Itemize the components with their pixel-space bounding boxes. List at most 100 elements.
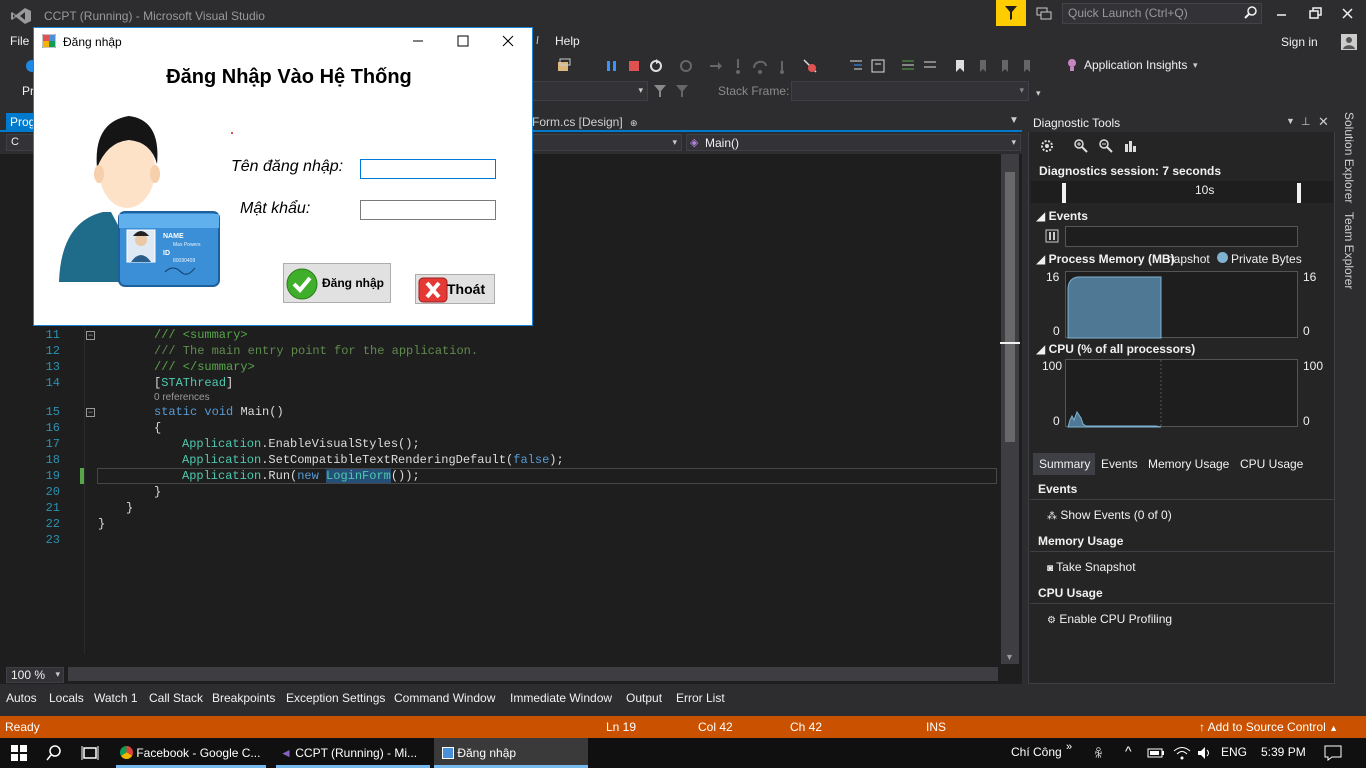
step-into-icon[interactable] <box>730 58 746 74</box>
project-combo[interactable]: C <box>6 134 36 151</box>
timeline-start-handle[interactable] <box>1062 183 1066 203</box>
timeline-ruler[interactable]: 10s <box>1031 181 1333 203</box>
quick-launch-input[interactable]: Quick Launch (Ctrl+Q) <box>1062 3 1262 24</box>
tab-call-stack[interactable]: Call Stack <box>149 691 203 705</box>
code-line-20[interactable]: } <box>154 485 161 499</box>
application-insights-button[interactable]: Application Insights <box>1084 58 1187 72</box>
chevron-right-icon[interactable]: » <box>1066 741 1072 753</box>
reset-zoom-icon[interactable] <box>1123 138 1139 154</box>
dialog-minimize-button[interactable] <box>410 34 426 48</box>
account-icon[interactable] <box>1340 33 1358 51</box>
tabs-dropdown-icon[interactable]: ▼ <box>1009 115 1019 126</box>
windows-start-icon[interactable] <box>11 745 27 761</box>
type-combo[interactable]: ▾ <box>532 134 682 151</box>
pin-icon[interactable]: ⊥ <box>1301 115 1311 128</box>
scroll-down-icon[interactable]: ▼ <box>1005 652 1014 662</box>
hot-reload-icon[interactable] <box>678 58 694 74</box>
code-line-21[interactable]: } <box>126 501 133 515</box>
code-line-18[interactable]: Application.SetCompatibleTextRenderingDe… <box>182 453 564 467</box>
collapse-region-icon[interactable]: − <box>86 331 95 340</box>
side-tab-solution-explorer[interactable]: Solution Explorer <box>1342 112 1356 203</box>
notifications-flag-icon[interactable] <box>996 0 1026 26</box>
tab-events[interactable]: Events <box>1101 457 1138 471</box>
zoom-in-icon[interactable] <box>1073 138 1089 154</box>
horizontal-scrollbar[interactable] <box>68 667 998 681</box>
battery-icon[interactable] <box>1147 747 1165 759</box>
taskbar-chrome[interactable]: Facebook - Google C... <box>116 738 266 768</box>
chevron-up-icon[interactable]: ^ <box>1125 743 1132 759</box>
settings-gear-icon[interactable] <box>1039 138 1055 154</box>
dialog-close-button[interactable] <box>500 34 516 48</box>
prev-bookmark-icon[interactable] <box>974 58 990 74</box>
sign-in-link[interactable]: Sign in <box>1281 35 1318 49</box>
tab-breakpoints[interactable]: Breakpoints <box>212 691 275 705</box>
password-input[interactable] <box>360 200 496 220</box>
taskbar-user-name[interactable]: Chí Công <box>1011 745 1062 759</box>
step-out-icon[interactable] <box>774 58 790 74</box>
side-tab-team-explorer[interactable]: Team Explorer <box>1342 212 1356 289</box>
tab-memory-usage[interactable]: Memory Usage <box>1148 457 1229 471</box>
task-view-icon[interactable] <box>81 745 99 761</box>
app-insights-dropdown-icon[interactable]: ▾ <box>1193 60 1198 71</box>
flag-threads-icon[interactable] <box>674 83 690 99</box>
collapse-region-icon[interactable]: − <box>86 408 95 417</box>
outdent-icon[interactable] <box>870 58 886 74</box>
toolbar-overflow-icon[interactable]: ▾ <box>1036 88 1041 99</box>
wifi-icon[interactable] <box>1173 745 1191 761</box>
code-line-14[interactable]: [STAThread] <box>154 376 233 390</box>
enable-cpu-profiling-link[interactable]: ⚙ Enable CPU Profiling <box>1047 612 1172 626</box>
zoom-combo[interactable]: 100 % ▾ <box>6 667 64 683</box>
cpu-section-header[interactable]: ◢ CPU (% of all processors) <box>1036 342 1195 356</box>
thread-combo[interactable]: ▾ <box>532 81 648 101</box>
input-language[interactable]: ENG <box>1221 745 1247 759</box>
code-line-22[interactable]: } <box>98 517 105 531</box>
dialog-maximize-button[interactable] <box>455 34 471 48</box>
restart-icon[interactable] <box>648 58 664 74</box>
taskbar-login-form[interactable]: Đăng nhập <box>434 738 588 768</box>
comment-icon[interactable] <box>900 58 916 74</box>
events-track[interactable] <box>1065 226 1298 247</box>
tab-autos[interactable]: Autos <box>6 691 37 705</box>
login-button[interactable]: Đăng nhập <box>283 263 391 303</box>
code-line-16[interactable]: { <box>154 421 161 435</box>
code-line-13[interactable]: /// </summary> <box>154 360 255 374</box>
clock[interactable]: 5:39 PM <box>1261 745 1306 759</box>
pin-icon[interactable]: ⊕ <box>630 118 638 128</box>
filter-icon[interactable] <box>652 83 668 99</box>
pause-icon[interactable] <box>604 58 620 74</box>
uncomment-icon[interactable] <box>922 58 938 74</box>
cpu-graph[interactable] <box>1065 359 1298 428</box>
stop-icon[interactable] <box>626 58 642 74</box>
minimize-button[interactable] <box>1272 5 1292 23</box>
tab-output[interactable]: Output <box>626 691 662 705</box>
people-icon[interactable]: ꆜ <box>1094 745 1103 761</box>
close-panel-icon[interactable]: ✕ <box>1318 114 1329 130</box>
next-bookmark-icon[interactable] <box>996 58 1012 74</box>
search-icon[interactable] <box>46 745 62 761</box>
zoom-out-icon[interactable] <box>1098 138 1114 154</box>
breakpoint-window-icon[interactable] <box>556 58 572 74</box>
tab-watch-1[interactable]: Watch 1 <box>94 691 138 705</box>
tab-command-window[interactable]: Command Window <box>394 691 495 705</box>
code-line-19[interactable]: Application.Run(new LoginForm()); <box>182 469 420 483</box>
panel-menu-icon[interactable]: ▼ <box>1286 116 1295 126</box>
stack-frame-combo[interactable]: ▾ <box>791 81 1029 101</box>
action-center-icon[interactable] <box>1324 745 1342 761</box>
tab-form-design[interactable]: Form.cs [Design] ⊕ <box>532 115 638 129</box>
code-line-15[interactable]: static void Main() <box>154 405 284 419</box>
pause-events-icon[interactable] <box>1045 229 1059 243</box>
search-icon[interactable] <box>1244 6 1258 20</box>
feedback-icon[interactable] <box>1036 6 1052 22</box>
code-line-11[interactable]: /// <summary> <box>154 328 248 342</box>
tab-cpu-usage[interactable]: CPU Usage <box>1240 457 1303 471</box>
indent-icon[interactable] <box>848 58 864 74</box>
code-line-17[interactable]: Application.EnableVisualStyles(); <box>182 437 420 451</box>
show-next-statement-icon[interactable] <box>708 58 724 74</box>
memory-section-header[interactable]: ◢ Process Memory (MB) <box>1036 252 1175 266</box>
take-snapshot-link[interactable]: ◙ Take Snapshot <box>1047 560 1136 574</box>
bookmark-icon[interactable] <box>952 58 968 74</box>
username-input[interactable] <box>360 159 496 179</box>
timeline-end-handle[interactable] <box>1297 183 1301 203</box>
member-combo[interactable]: ◈ Main() ▾ <box>686 134 1021 151</box>
step-over-icon[interactable] <box>752 58 768 74</box>
